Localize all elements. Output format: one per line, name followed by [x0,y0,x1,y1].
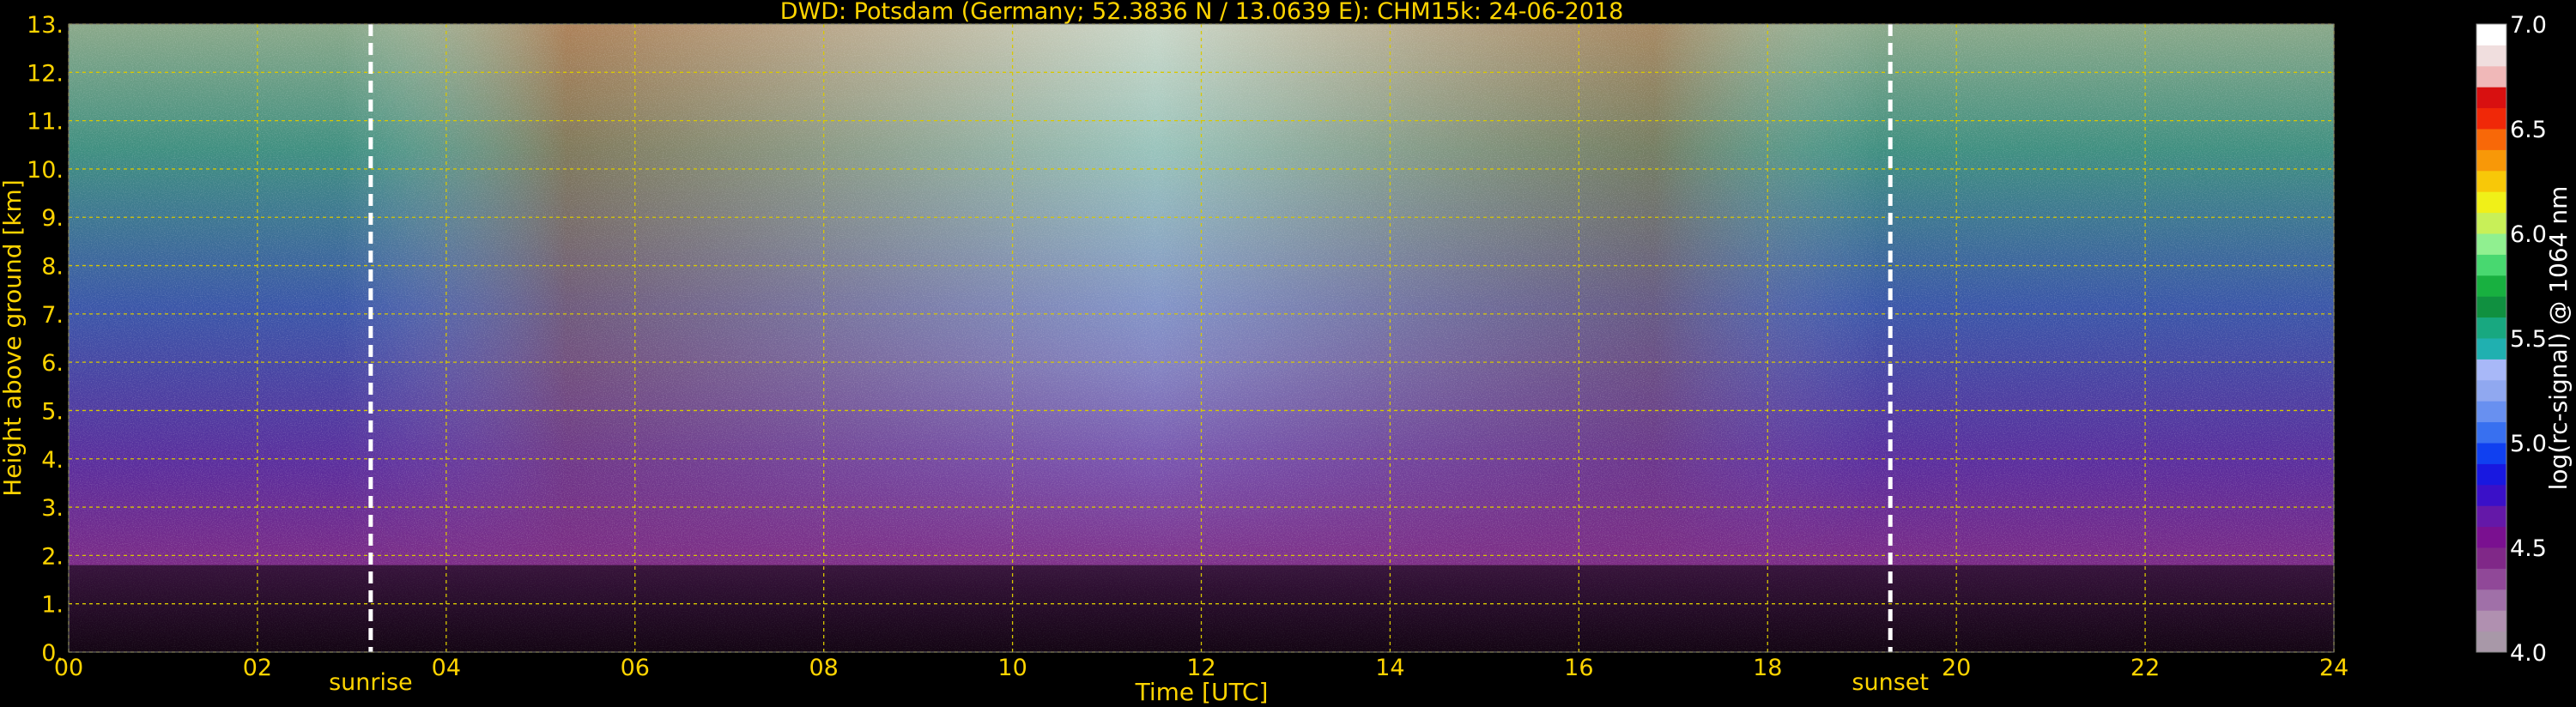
colorbar-tick-label: 7.0 [2510,12,2547,39]
y-tick-label: 7. [41,302,64,329]
colorbar-level [2476,401,2506,423]
colorbar-level [2476,379,2506,402]
colorbar-level [2476,610,2506,632]
x-tick-label: 14 [1375,655,1404,681]
colorbar-level [2476,463,2506,486]
colorbar-tick-label: 4.0 [2510,640,2547,667]
colorbar-level [2476,547,2506,569]
colorbar-level [2476,45,2506,67]
colorbar-level [2476,275,2506,297]
colorbar-level [2476,65,2506,88]
colorbar-level [2476,443,2506,464]
colorbar-level [2476,212,2506,234]
colorbar-level [2476,296,2506,318]
heatmap-area [69,24,2334,652]
colorbar-level [2476,254,2506,276]
colorbar-level [2476,338,2506,360]
y-tick-label: 12. [27,60,64,87]
colorbar-level [2476,421,2506,444]
colorbar-level [2476,170,2506,192]
colorbar-level [2476,568,2506,590]
y-tick-label: 3. [41,495,64,522]
ceilometer-backscatter-chart: DWD: Potsdam (Germany; 52.3836 N / 13.06… [0,0,2576,707]
x-tick-label: 06 [621,655,650,681]
x-tick-label: 08 [809,655,838,681]
x-tick-label: 00 [54,655,83,681]
y-tick-label: 6. [41,350,64,377]
y-tick-label: 5. [41,398,64,425]
colorbar-level [2476,233,2506,255]
colorbar-level [2476,107,2506,130]
colorbar-level [2476,484,2506,506]
y-tick-label: 13. [27,12,64,39]
colorbar-level [2476,526,2506,548]
x-tick-label: 20 [1942,655,1971,681]
y-tick-label: 9. [41,205,64,232]
event-label-sunset: sunset [1852,669,1929,696]
colorbar-level [2476,317,2506,339]
colorbar-level [2476,191,2506,214]
x-axis-label: Time [UTC] [1135,678,1269,706]
event-label-sunrise: sunrise [329,669,413,696]
colorbar-level [2476,589,2506,611]
x-tick-label: 10 [997,655,1027,681]
y-tick-label: 10. [27,157,64,184]
chart-title: DWD: Potsdam (Germany; 52.3836 N / 13.06… [780,0,1624,25]
y-tick-label: 8. [41,254,64,281]
colorbar-tick-label: 4.5 [2510,535,2547,562]
colorbar-tick-label: 5.0 [2510,431,2547,457]
colorbar-level [2476,87,2506,109]
x-tick-label: 22 [2131,655,2160,681]
colorbar-level [2476,505,2506,528]
y-tick-label: 1. [41,592,64,619]
colorbar-level [2476,631,2506,653]
colorbar-tick-label: 6.0 [2510,221,2547,248]
x-tick-label: 16 [1564,655,1593,681]
x-tick-label: 24 [2319,655,2349,681]
y-tick-label: 2. [41,543,64,570]
x-tick-label: 18 [1753,655,1782,681]
y-tick-label: 4. [41,447,64,474]
colorbar-level [2476,24,2506,45]
y-tick-label: 11. [27,109,64,136]
x-tick-label: 02 [243,655,272,681]
y-axis-label: Height above ground [km] [0,179,27,497]
colorbar-level [2476,129,2506,150]
colorbar-tick-label: 6.5 [2510,117,2547,143]
colorbar-level [2476,359,2506,381]
colorbar [2476,23,2507,653]
x-tick-label: 04 [432,655,461,681]
colorbar-tick-label: 5.5 [2510,326,2547,353]
colorbar-label: log(rc-signal) @ 1064 nm [2544,186,2573,491]
colorbar-level [2476,149,2506,172]
